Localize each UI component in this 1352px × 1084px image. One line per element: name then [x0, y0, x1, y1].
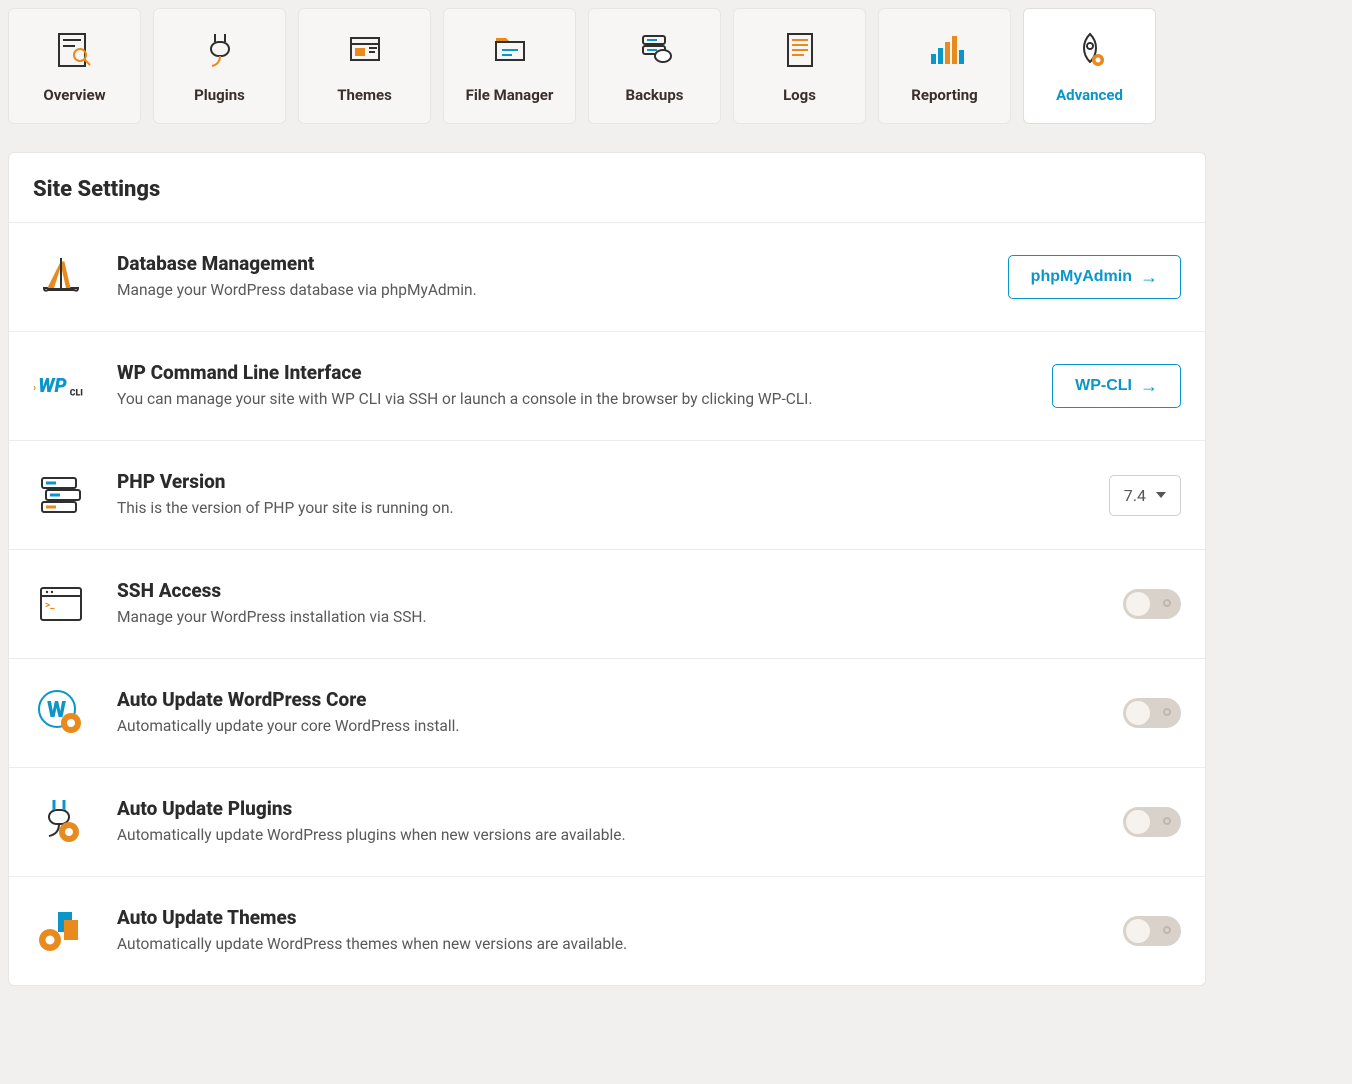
tab-reporting[interactable]: Reporting [878, 8, 1011, 124]
themes-icon [343, 28, 387, 72]
tab-label: File Manager [466, 86, 554, 104]
ssh-toggle[interactable] [1123, 589, 1181, 619]
toggle-knob [1126, 919, 1150, 943]
arrow-right-icon: → [1140, 377, 1158, 395]
panel-title: Site Settings [9, 153, 1205, 223]
row-title: Auto Update Themes [117, 906, 1095, 929]
file-manager-icon [488, 28, 532, 72]
button-label: WP-CLI [1075, 377, 1132, 395]
tab-logs[interactable]: Logs [733, 8, 866, 124]
database-icon [33, 249, 89, 305]
row-ssh-access: >_ SSH Access Manage your WordPress inst… [9, 550, 1205, 659]
tab-themes[interactable]: Themes [298, 8, 431, 124]
caret-down-icon [1156, 492, 1166, 498]
tab-label: Advanced [1056, 86, 1123, 104]
row-php-version: PHP Version This is the version of PHP y… [9, 441, 1205, 550]
row-desc: This is the version of PHP your site is … [117, 497, 817, 520]
toggle-indicator-icon [1163, 926, 1171, 934]
tab-overview[interactable]: Overview [8, 8, 141, 124]
tab-advanced[interactable]: Advanced [1023, 8, 1156, 124]
arrow-right-icon: → [1140, 268, 1158, 286]
plugins-update-toggle[interactable] [1123, 807, 1181, 837]
php-version-icon [33, 467, 89, 523]
plugins-update-icon [33, 794, 89, 850]
tab-label: Backups [626, 86, 684, 104]
row-auto-update-plugins: Auto Update Plugins Automatically update… [9, 768, 1205, 877]
tab-label: Reporting [911, 86, 978, 104]
phpmyadmin-button[interactable]: phpMyAdmin → [1008, 255, 1181, 299]
tab-plugins[interactable]: Plugins [153, 8, 286, 124]
reporting-icon [923, 28, 967, 72]
svg-text:WP: WP [38, 374, 67, 397]
row-title: SSH Access [117, 579, 1095, 602]
button-label: phpMyAdmin [1031, 268, 1132, 286]
site-settings-panel: Site Settings Database Management Manage… [8, 152, 1206, 986]
row-desc: Manage your WordPress installation via S… [117, 606, 817, 629]
row-desc: You can manage your site with WP CLI via… [117, 388, 817, 411]
plugins-icon [198, 28, 242, 72]
toggle-indicator-icon [1163, 708, 1171, 716]
wpcli-icon: › WP CLI [33, 358, 89, 414]
row-auto-update-themes: Auto Update Themes Automatically update … [9, 877, 1205, 985]
row-title: Auto Update Plugins [117, 797, 1095, 820]
svg-text:CLI: CLI [70, 389, 83, 399]
tab-label: Overview [43, 86, 105, 104]
toggle-knob [1126, 810, 1150, 834]
svg-text:›: › [33, 380, 36, 393]
core-update-toggle[interactable] [1123, 698, 1181, 728]
main-tabs: Overview Plugins Themes [8, 8, 1344, 124]
toggle-knob [1126, 701, 1150, 725]
wordpress-core-icon: W [33, 685, 89, 741]
logs-icon [778, 28, 822, 72]
select-value: 7.4 [1124, 486, 1146, 505]
toggle-knob [1126, 592, 1150, 616]
tab-label: Plugins [194, 86, 245, 104]
row-desc: Manage your WordPress database via phpMy… [117, 279, 817, 302]
row-database-management: Database Management Manage your WordPres… [9, 223, 1205, 332]
themes-update-toggle[interactable] [1123, 916, 1181, 946]
wpcli-button[interactable]: WP-CLI → [1052, 364, 1181, 408]
row-title: Database Management [117, 252, 980, 275]
tab-label: Themes [337, 86, 392, 104]
row-desc: Automatically update WordPress themes wh… [117, 933, 817, 956]
backups-icon [633, 28, 677, 72]
row-desc: Automatically update your core WordPress… [117, 715, 817, 738]
tab-backups[interactable]: Backups [588, 8, 721, 124]
ssh-icon: >_ [33, 576, 89, 632]
advanced-icon [1068, 28, 1112, 72]
row-title: PHP Version [117, 470, 1081, 493]
row-desc: Automatically update WordPress plugins w… [117, 824, 817, 847]
row-title: Auto Update WordPress Core [117, 688, 1095, 711]
tab-label: Logs [783, 86, 816, 104]
themes-update-icon [33, 903, 89, 959]
toggle-indicator-icon [1163, 817, 1171, 825]
row-wp-cli: › WP CLI WP Command Line Interface You c… [9, 332, 1205, 441]
php-version-select[interactable]: 7.4 [1109, 475, 1181, 516]
tab-file-manager[interactable]: File Manager [443, 8, 576, 124]
toggle-indicator-icon [1163, 599, 1171, 607]
svg-text:>_: >_ [45, 600, 55, 611]
overview-icon [53, 28, 97, 72]
row-auto-update-core: W Auto Update WordPress Core Automatical… [9, 659, 1205, 768]
row-title: WP Command Line Interface [117, 361, 1024, 384]
